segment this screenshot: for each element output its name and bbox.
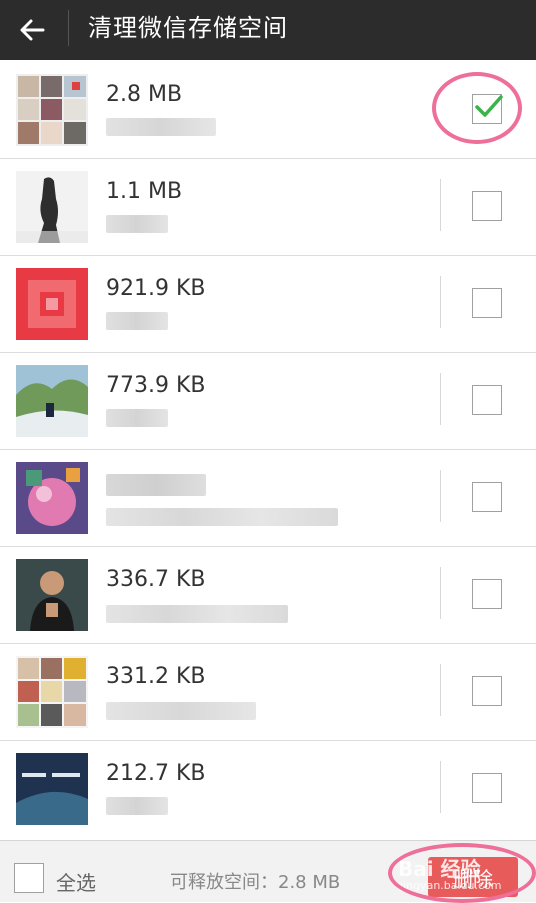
list-item[interactable]: 773.9 KB [0, 353, 536, 450]
item-size: 336.7 KB [106, 567, 206, 592]
blurred-name [106, 118, 216, 136]
thumbnail-image [16, 753, 88, 825]
list-item[interactable] [0, 450, 536, 547]
list-item[interactable]: 212.7 KB [0, 741, 536, 837]
thumbnail-image [16, 268, 88, 340]
row-separator [440, 761, 441, 813]
item-size: 212.7 KB [106, 761, 206, 786]
item-checkbox[interactable] [472, 579, 502, 609]
row-separator [440, 470, 441, 522]
item-checkbox[interactable] [472, 482, 502, 512]
item-size: 1.1 MB [106, 179, 183, 204]
blurred-name [106, 409, 168, 427]
item-checkbox[interactable] [472, 676, 502, 706]
thumbnail-image [16, 559, 88, 631]
list-item[interactable]: 921.9 KB [0, 256, 536, 353]
blurred-name [106, 508, 338, 526]
item-checkbox[interactable] [472, 288, 502, 318]
back-arrow-icon [20, 19, 45, 41]
blurred-name [106, 605, 288, 623]
select-all-checkbox[interactable] [14, 863, 44, 893]
thumbnail-image [16, 656, 88, 728]
item-checkbox[interactable] [472, 773, 502, 803]
blurred-name [106, 215, 168, 233]
row-separator [440, 664, 441, 716]
blurred-name [106, 702, 256, 720]
thumbnail-image [16, 365, 88, 437]
highlight-circle [388, 843, 536, 903]
page-title: 清理微信存储空间 [88, 14, 288, 42]
row-separator [440, 567, 441, 619]
thumbnail-image [16, 462, 88, 534]
row-separator [440, 179, 441, 231]
item-size: 921.9 KB [106, 276, 206, 301]
row-separator [440, 276, 441, 328]
blurred-name [106, 797, 168, 815]
blurred-name [106, 312, 168, 330]
header-divider [68, 10, 69, 46]
row-separator [440, 373, 441, 425]
list-item[interactable]: 331.2 KB [0, 644, 536, 741]
list-item[interactable]: 2.8 MB [0, 62, 536, 159]
highlight-circle [432, 72, 522, 144]
item-checkbox[interactable] [472, 191, 502, 221]
bottom-action-bar: 全选 可释放空间：2.8 MB 删除 Bai 经验 jingyan.baidu.… [0, 840, 536, 903]
blurred-size [106, 474, 206, 496]
thumbnail-image [16, 74, 88, 146]
item-size: 2.8 MB [106, 82, 183, 107]
item-size: 773.9 KB [106, 373, 206, 398]
select-all-label[interactable]: 全选 [56, 867, 96, 896]
free-space-text: 可释放空间：2.8 MB [170, 872, 341, 893]
conversation-list: 2.8 MB 1.1 MB 921.9 KB 773.9 KB 336.7 KB… [0, 62, 536, 837]
thumbnail-image [16, 171, 88, 243]
list-item[interactable]: 1.1 MB [0, 159, 536, 256]
item-checkbox[interactable] [472, 385, 502, 415]
item-size: 331.2 KB [106, 664, 206, 689]
list-item[interactable]: 336.7 KB [0, 547, 536, 644]
top-bar: 清理微信存储空间 [0, 0, 536, 60]
back-button[interactable] [14, 12, 50, 48]
